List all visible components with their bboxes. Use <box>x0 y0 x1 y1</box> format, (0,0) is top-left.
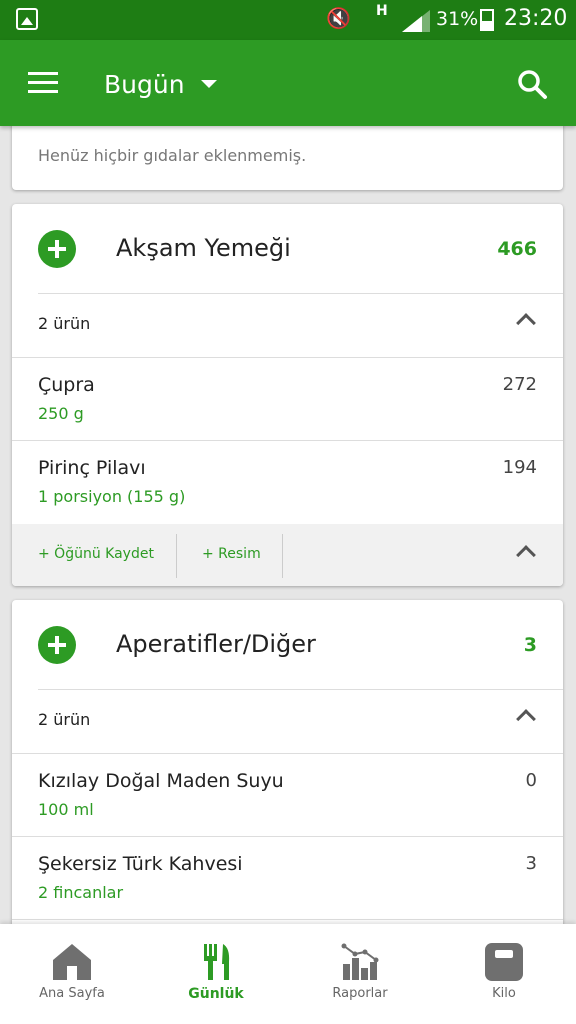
home-icon <box>53 944 91 980</box>
save-meal-button[interactable]: + Öğünü Kaydet <box>38 546 154 562</box>
nav-diary[interactable]: Günlük <box>144 924 288 1024</box>
page-title: Bugün <box>104 69 185 99</box>
item-count-row[interactable]: 2 ürün <box>12 690 563 754</box>
add-photo-button[interactable]: + Resim <box>202 546 261 562</box>
nav-label: Kilo <box>492 986 516 1001</box>
chevron-up-icon <box>516 709 536 729</box>
clock: 23:20 <box>504 6 568 31</box>
battery-percentage: 31% <box>436 8 479 30</box>
battery-icon <box>480 9 494 31</box>
food-name: Şekersiz Türk Kahvesi <box>38 853 243 875</box>
gallery-notification-icon <box>16 8 38 30</box>
food-item[interactable]: Şekersiz Türk Kahvesi 2 fincanlar 3 <box>12 837 563 920</box>
nav-weight[interactable]: Kilo <box>432 924 576 1024</box>
menu-icon[interactable] <box>28 70 60 94</box>
app-bar: Bugün <box>0 40 576 126</box>
nav-reports[interactable]: Raporlar <box>288 924 432 1024</box>
chevron-down-icon <box>200 80 217 88</box>
divider <box>176 534 177 578</box>
food-amount: 1 porsiyon (155 g) <box>38 487 186 506</box>
meal-total-calories: 466 <box>497 238 537 260</box>
nav-label: Raporlar <box>332 986 388 1001</box>
meal-name: Akşam Yemeği <box>116 234 291 262</box>
meal-actions: + Öğünü Kaydet + Resim <box>12 524 563 586</box>
search-icon[interactable] <box>516 68 548 100</box>
food-item[interactable]: Pirinç Pilavı 1 porsiyon (155 g) 194 <box>12 441 563 524</box>
food-calories: 0 <box>525 770 537 791</box>
chart-icon <box>341 943 379 980</box>
meal-card-snacks: Aperatifler/Diğer 3 2 ürün Kızılay Doğal… <box>12 600 563 940</box>
nav-label: Ana Sayfa <box>39 986 105 1001</box>
meal-total-calories: 3 <box>523 634 537 656</box>
nav-label: Günlük <box>188 986 244 1002</box>
bottom-navigation: Ana Sayfa Günlük Raporlar Kilo <box>0 924 576 1024</box>
network-type: H <box>376 3 388 19</box>
chevron-up-icon <box>516 313 536 333</box>
food-name: Çupra <box>38 374 95 396</box>
cutlery-icon <box>204 944 230 980</box>
food-amount: 100 ml <box>38 800 94 819</box>
food-item[interactable]: Kızılay Doğal Maden Suyu 100 ml 0 <box>12 754 563 837</box>
food-calories: 3 <box>525 853 537 874</box>
divider <box>282 534 283 578</box>
food-amount: 250 g <box>38 404 84 423</box>
item-count: 2 ürün <box>38 314 91 333</box>
signal-icon <box>402 10 430 32</box>
add-food-button[interactable] <box>38 230 76 268</box>
status-bar: 🔇 H 31% 23:20 <box>0 0 576 40</box>
scale-icon <box>485 943 523 981</box>
meal-card-dinner: Akşam Yemeği 466 2 ürün Çupra 250 g 272 … <box>12 204 563 586</box>
add-food-button[interactable] <box>38 626 76 664</box>
breakfast-card: Henüz hiçbir gıdalar eklenmemiş. <box>12 116 563 190</box>
empty-message: Henüz hiçbir gıdalar eklenmemiş. <box>38 146 307 165</box>
food-name: Kızılay Doğal Maden Suyu <box>38 770 284 792</box>
meal-name: Aperatifler/Diğer <box>116 630 316 658</box>
food-item[interactable]: Çupra 250 g 272 <box>12 358 563 441</box>
meal-header: Akşam Yemeği 466 <box>12 204 563 294</box>
food-calories: 194 <box>502 457 537 478</box>
item-count-row[interactable]: 2 ürün <box>12 294 563 358</box>
nav-home[interactable]: Ana Sayfa <box>0 924 144 1024</box>
food-name: Pirinç Pilavı <box>38 457 146 479</box>
food-calories: 272 <box>502 374 537 395</box>
meal-header: Aperatifler/Diğer 3 <box>12 600 563 690</box>
collapse-chevron-icon[interactable] <box>516 545 536 565</box>
date-selector[interactable]: Bugün <box>104 66 217 102</box>
food-amount: 2 fincanlar <box>38 883 124 902</box>
mute-icon: 🔇 <box>326 6 351 30</box>
item-count: 2 ürün <box>38 710 91 729</box>
